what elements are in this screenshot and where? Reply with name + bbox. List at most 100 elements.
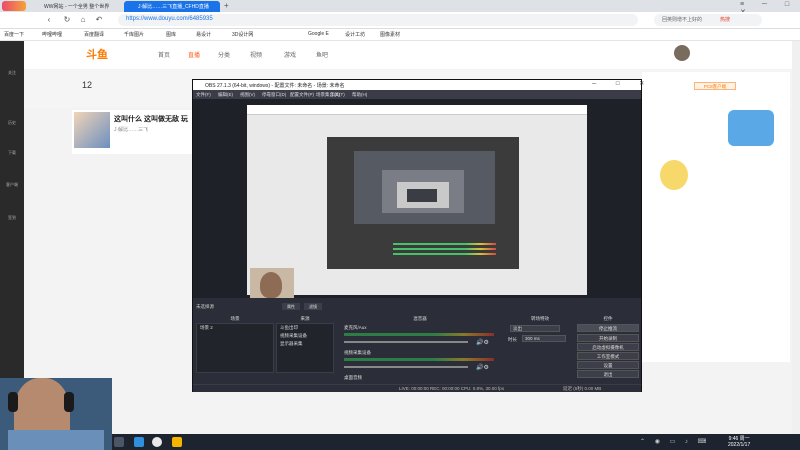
scenes-list[interactable]: 场景 2 [196,323,274,373]
bookmark-item[interactable]: 易设计 [196,31,211,38]
tab-2[interactable]: J·解比……三飞直播_CFHD直播 [124,1,220,12]
controls-dock-header: 控件 [603,316,613,321]
preview-nested-obs-5 [407,189,437,202]
volume-slider[interactable] [344,341,468,343]
filters-button[interactable]: 滤镜 [304,303,322,310]
rail-client[interactable]: 客户端 [2,182,22,188]
source-item[interactable]: 斗鱼出印 [277,324,333,332]
source-item[interactable]: 显示器采集 [277,340,333,348]
bookmark-item[interactable]: Google E [308,31,329,37]
home-icon[interactable]: ⌂ [78,15,88,25]
rail-follow[interactable]: 关注 [2,70,22,76]
source-item[interactable]: 视频采集设备 [277,332,333,340]
obs-menu-help[interactable]: 帮助(H) [352,92,367,98]
transitions-dock-header: 转场特效 [531,316,549,321]
start-icon[interactable] [114,437,124,447]
back-icon[interactable]: ‹ [44,15,54,25]
nav-home[interactable]: 首页 [158,50,170,59]
webcam-shirt [8,430,104,450]
bookmark-item[interactable]: 哔哩哔哩 [42,31,62,38]
speaker-icon[interactable]: 🔊⚙ [476,364,489,371]
obs-menu-tools[interactable]: 工具(T) [330,92,345,98]
bookmark-item[interactable]: 图库 [166,31,176,38]
nested-meter [393,243,496,245]
obs-menu-file[interactable]: 文件(F) [196,92,211,98]
bookmark-item[interactable]: 百度翻译 [84,31,104,38]
tab-1-label: WW网站 - 一个全男 整个世界 [44,4,110,10]
bookmark-item[interactable]: 设计工坊 [345,31,365,38]
obs-menu-view[interactable]: 视图(V) [240,92,255,98]
preview-webcam-feed [250,268,294,298]
nav-game[interactable]: 游戏 [284,50,296,59]
stop-stream-label: 停止推流 [599,326,617,331]
start-recording-label: 开始录制 [599,336,617,341]
duration-input[interactable]: 300 ms [522,335,566,342]
search-input[interactable]: 回英则增不上好的 [654,14,762,26]
rail-history[interactable]: 历史 [2,120,22,126]
properties-button-label: 属性 [287,304,295,309]
mascot-image [728,110,774,146]
preview-nested-header [247,105,587,115]
streamer-avatar[interactable] [74,112,110,148]
search-badge: 热搜 [720,17,731,23]
nested-meter [393,253,496,255]
url-input[interactable]: https://www.douyu.com/6485935 [118,14,638,26]
tab-1[interactable]: WW网站 - 一个全男 整个世界 [30,1,122,12]
right-widget[interactable]: PC8客户端 [694,82,736,90]
bookmark-item[interactable]: 百度一下 [4,31,24,38]
browser-logo-icon[interactable] [2,1,26,11]
mixer-channel-name: 视频采集设备 [344,350,371,355]
mixer-channel-2: 视频采集设备 [344,350,494,368]
studio-mode-label: 工作室模式 [596,354,620,359]
speaker-icon[interactable]: 🔊⚙ [476,339,489,346]
nav-live[interactable]: 直播 [188,50,200,59]
refresh-icon[interactable]: ↻ [62,15,72,25]
obs-taskbar-icon[interactable] [152,437,162,447]
user-avatar[interactable] [674,45,690,61]
mixer-channel-1: 麦克风/Aux [344,325,494,343]
nav-video[interactable]: 视频 [250,50,262,59]
obs-titlebar: OBS 27.1.3 (64-bit, windows) - 配置文件: 未命名… [193,80,641,90]
bookmark-item[interactable]: 图像素材 [380,31,400,38]
obs-menubar [193,90,641,99]
obs-window-controls[interactable]: ─ □ ✕ [592,80,653,87]
room-title: 这叫什么 这叫做无敌 玩 [114,116,188,123]
rail-signin[interactable]: 签到 [2,215,22,221]
bookmark-item[interactable]: 3D设计网 [232,31,253,38]
new-tab-button[interactable]: + [224,1,229,10]
tray-icons[interactable]: ⌃ ◉ ▭ ♪ ⌨ [640,438,710,445]
taskbar-app-icon[interactable] [134,437,144,447]
properties-button[interactable]: 属性 [282,303,300,310]
tab-2-label: J·解比……三飞直播_CFHD直播 [138,4,209,10]
stat-value: 12 [82,80,93,90]
virtual-camera-button[interactable]: 启动虚拟摄像机 [577,343,639,351]
virtual-camera-label: 启动虚拟摄像机 [592,345,624,350]
obs-menu-profile[interactable]: 配置文件(P) [290,92,314,98]
scenes-dock-header: 场景 [230,316,240,321]
headphones-icon [8,392,18,412]
bookmark-item[interactable]: 千库图片 [124,31,144,38]
sources-list[interactable]: 斗鱼出印 视频采集设备 显示器采集 [276,323,334,373]
nav-fishbar[interactable]: 鱼吧 [316,50,328,59]
obs-status-bar: LIVE: 00:00:00 REC: 00:00:00 CPU: 0.8%, … [193,384,641,392]
start-recording-button[interactable]: 开始录制 [577,334,639,342]
rail-download[interactable]: 下载 [2,150,22,156]
settings-button[interactable]: 设置 [577,361,639,369]
taskbar-clock[interactable]: 9:46 周一 2022/1/17 [728,436,750,448]
site-logo[interactable]: 斗鱼 [86,46,108,62]
obs-menu-dock[interactable]: 停靠窗口(D) [262,92,286,98]
transition-select[interactable]: 淡出 [510,325,560,332]
filters-button-label: 滤镜 [309,304,317,309]
exit-button[interactable]: 退出 [577,370,639,378]
volume-slider[interactable] [344,366,468,368]
page-scrollbar[interactable] [792,41,800,434]
undo-icon[interactable]: ↶ [94,15,104,25]
mixer-dock-header: 混音器 [413,316,427,321]
studio-mode-button[interactable]: 工作室模式 [577,352,639,360]
scene-item[interactable]: 场景 2 [197,324,273,332]
obs-menu-edit[interactable]: 编辑(E) [218,92,233,98]
browser-taskbar-icon[interactable] [172,437,182,447]
stop-stream-button[interactable]: 停止推流 [577,324,639,332]
transition-value: 淡出 [513,326,522,331]
nav-category[interactable]: 分类 [218,50,230,59]
